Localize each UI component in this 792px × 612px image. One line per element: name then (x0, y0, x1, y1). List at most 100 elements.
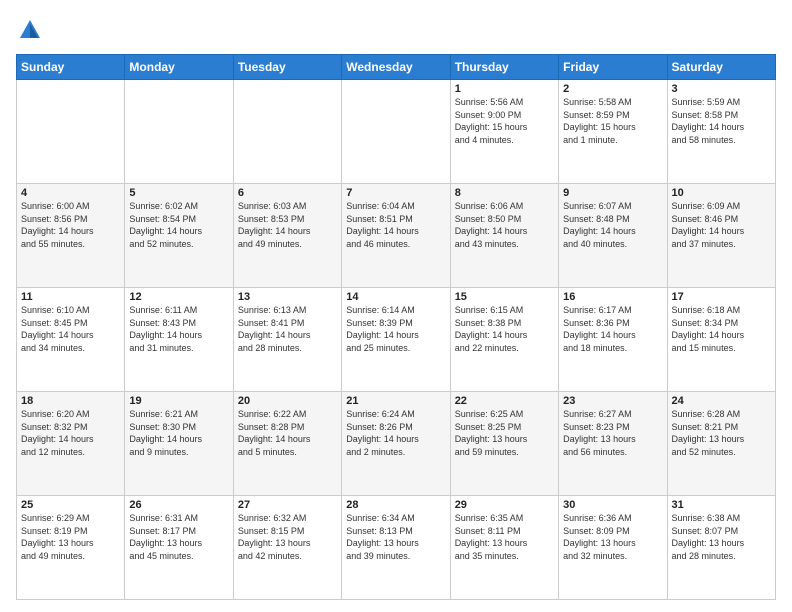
calendar-week-row: 25Sunrise: 6:29 AM Sunset: 8:19 PM Dayli… (17, 496, 776, 600)
calendar-cell: 31Sunrise: 6:38 AM Sunset: 8:07 PM Dayli… (667, 496, 775, 600)
day-info: Sunrise: 6:17 AM Sunset: 8:36 PM Dayligh… (563, 304, 662, 354)
day-info: Sunrise: 6:36 AM Sunset: 8:09 PM Dayligh… (563, 512, 662, 562)
day-info: Sunrise: 6:22 AM Sunset: 8:28 PM Dayligh… (238, 408, 337, 458)
calendar-cell: 12Sunrise: 6:11 AM Sunset: 8:43 PM Dayli… (125, 288, 233, 392)
calendar-header-friday: Friday (559, 55, 667, 80)
calendar-cell: 28Sunrise: 6:34 AM Sunset: 8:13 PM Dayli… (342, 496, 450, 600)
day-info: Sunrise: 6:04 AM Sunset: 8:51 PM Dayligh… (346, 200, 445, 250)
day-info: Sunrise: 6:02 AM Sunset: 8:54 PM Dayligh… (129, 200, 228, 250)
calendar-cell: 14Sunrise: 6:14 AM Sunset: 8:39 PM Dayli… (342, 288, 450, 392)
day-info: Sunrise: 6:06 AM Sunset: 8:50 PM Dayligh… (455, 200, 554, 250)
day-info: Sunrise: 6:18 AM Sunset: 8:34 PM Dayligh… (672, 304, 771, 354)
day-number: 26 (129, 499, 228, 511)
day-info: Sunrise: 6:09 AM Sunset: 8:46 PM Dayligh… (672, 200, 771, 250)
day-info: Sunrise: 6:07 AM Sunset: 8:48 PM Dayligh… (563, 200, 662, 250)
day-info: Sunrise: 6:13 AM Sunset: 8:41 PM Dayligh… (238, 304, 337, 354)
day-info: Sunrise: 6:21 AM Sunset: 8:30 PM Dayligh… (129, 408, 228, 458)
calendar-header-wednesday: Wednesday (342, 55, 450, 80)
day-info: Sunrise: 6:25 AM Sunset: 8:25 PM Dayligh… (455, 408, 554, 458)
calendar-cell: 13Sunrise: 6:13 AM Sunset: 8:41 PM Dayli… (233, 288, 341, 392)
calendar-cell: 24Sunrise: 6:28 AM Sunset: 8:21 PM Dayli… (667, 392, 775, 496)
calendar-cell: 22Sunrise: 6:25 AM Sunset: 8:25 PM Dayli… (450, 392, 558, 496)
day-number: 29 (455, 499, 554, 511)
calendar-table: SundayMondayTuesdayWednesdayThursdayFrid… (16, 54, 776, 600)
day-number: 12 (129, 291, 228, 303)
day-info: Sunrise: 6:10 AM Sunset: 8:45 PM Dayligh… (21, 304, 120, 354)
calendar-header-monday: Monday (125, 55, 233, 80)
day-info: Sunrise: 6:14 AM Sunset: 8:39 PM Dayligh… (346, 304, 445, 354)
day-info: Sunrise: 6:32 AM Sunset: 8:15 PM Dayligh… (238, 512, 337, 562)
calendar-cell: 19Sunrise: 6:21 AM Sunset: 8:30 PM Dayli… (125, 392, 233, 496)
day-number: 5 (129, 187, 228, 199)
day-number: 3 (672, 83, 771, 95)
calendar-cell: 3Sunrise: 5:59 AM Sunset: 8:58 PM Daylig… (667, 80, 775, 184)
day-info: Sunrise: 6:35 AM Sunset: 8:11 PM Dayligh… (455, 512, 554, 562)
calendar-cell: 2Sunrise: 5:58 AM Sunset: 8:59 PM Daylig… (559, 80, 667, 184)
day-number: 15 (455, 291, 554, 303)
day-info: Sunrise: 5:59 AM Sunset: 8:58 PM Dayligh… (672, 96, 771, 146)
day-number: 11 (21, 291, 120, 303)
day-info: Sunrise: 6:20 AM Sunset: 8:32 PM Dayligh… (21, 408, 120, 458)
calendar-cell: 17Sunrise: 6:18 AM Sunset: 8:34 PM Dayli… (667, 288, 775, 392)
calendar-header-thursday: Thursday (450, 55, 558, 80)
calendar-week-row: 18Sunrise: 6:20 AM Sunset: 8:32 PM Dayli… (17, 392, 776, 496)
calendar-header-row: SundayMondayTuesdayWednesdayThursdayFrid… (17, 55, 776, 80)
logo-icon (16, 16, 44, 44)
day-number: 17 (672, 291, 771, 303)
day-number: 8 (455, 187, 554, 199)
day-number: 2 (563, 83, 662, 95)
day-number: 27 (238, 499, 337, 511)
day-number: 16 (563, 291, 662, 303)
day-info: Sunrise: 6:00 AM Sunset: 8:56 PM Dayligh… (21, 200, 120, 250)
day-number: 23 (563, 395, 662, 407)
day-number: 13 (238, 291, 337, 303)
calendar-cell (17, 80, 125, 184)
calendar-cell: 25Sunrise: 6:29 AM Sunset: 8:19 PM Dayli… (17, 496, 125, 600)
day-info: Sunrise: 6:38 AM Sunset: 8:07 PM Dayligh… (672, 512, 771, 562)
day-info: Sunrise: 6:29 AM Sunset: 8:19 PM Dayligh… (21, 512, 120, 562)
calendar-header-saturday: Saturday (667, 55, 775, 80)
day-number: 20 (238, 395, 337, 407)
calendar-week-row: 4Sunrise: 6:00 AM Sunset: 8:56 PM Daylig… (17, 184, 776, 288)
day-info: Sunrise: 5:56 AM Sunset: 9:00 PM Dayligh… (455, 96, 554, 146)
day-info: Sunrise: 6:34 AM Sunset: 8:13 PM Dayligh… (346, 512, 445, 562)
day-number: 7 (346, 187, 445, 199)
calendar-cell: 8Sunrise: 6:06 AM Sunset: 8:50 PM Daylig… (450, 184, 558, 288)
day-info: Sunrise: 6:15 AM Sunset: 8:38 PM Dayligh… (455, 304, 554, 354)
day-info: Sunrise: 6:11 AM Sunset: 8:43 PM Dayligh… (129, 304, 228, 354)
calendar-cell: 26Sunrise: 6:31 AM Sunset: 8:17 PM Dayli… (125, 496, 233, 600)
day-number: 14 (346, 291, 445, 303)
calendar-cell (125, 80, 233, 184)
calendar-cell: 16Sunrise: 6:17 AM Sunset: 8:36 PM Dayli… (559, 288, 667, 392)
calendar-cell (233, 80, 341, 184)
day-info: Sunrise: 5:58 AM Sunset: 8:59 PM Dayligh… (563, 96, 662, 146)
day-info: Sunrise: 6:28 AM Sunset: 8:21 PM Dayligh… (672, 408, 771, 458)
calendar-cell: 10Sunrise: 6:09 AM Sunset: 8:46 PM Dayli… (667, 184, 775, 288)
day-number: 22 (455, 395, 554, 407)
day-info: Sunrise: 6:03 AM Sunset: 8:53 PM Dayligh… (238, 200, 337, 250)
calendar-cell: 20Sunrise: 6:22 AM Sunset: 8:28 PM Dayli… (233, 392, 341, 496)
calendar-cell: 15Sunrise: 6:15 AM Sunset: 8:38 PM Dayli… (450, 288, 558, 392)
calendar-week-row: 11Sunrise: 6:10 AM Sunset: 8:45 PM Dayli… (17, 288, 776, 392)
calendar-cell: 21Sunrise: 6:24 AM Sunset: 8:26 PM Dayli… (342, 392, 450, 496)
calendar-cell: 30Sunrise: 6:36 AM Sunset: 8:09 PM Dayli… (559, 496, 667, 600)
logo (16, 16, 48, 44)
header (16, 16, 776, 44)
calendar-cell: 5Sunrise: 6:02 AM Sunset: 8:54 PM Daylig… (125, 184, 233, 288)
day-number: 19 (129, 395, 228, 407)
day-info: Sunrise: 6:27 AM Sunset: 8:23 PM Dayligh… (563, 408, 662, 458)
page: SundayMondayTuesdayWednesdayThursdayFrid… (0, 0, 792, 612)
day-number: 28 (346, 499, 445, 511)
day-number: 31 (672, 499, 771, 511)
calendar-cell: 27Sunrise: 6:32 AM Sunset: 8:15 PM Dayli… (233, 496, 341, 600)
day-number: 1 (455, 83, 554, 95)
day-number: 4 (21, 187, 120, 199)
calendar-cell: 11Sunrise: 6:10 AM Sunset: 8:45 PM Dayli… (17, 288, 125, 392)
calendar-cell: 23Sunrise: 6:27 AM Sunset: 8:23 PM Dayli… (559, 392, 667, 496)
day-number: 21 (346, 395, 445, 407)
day-number: 9 (563, 187, 662, 199)
day-number: 6 (238, 187, 337, 199)
day-info: Sunrise: 6:24 AM Sunset: 8:26 PM Dayligh… (346, 408, 445, 458)
calendar-cell: 6Sunrise: 6:03 AM Sunset: 8:53 PM Daylig… (233, 184, 341, 288)
calendar-week-row: 1Sunrise: 5:56 AM Sunset: 9:00 PM Daylig… (17, 80, 776, 184)
